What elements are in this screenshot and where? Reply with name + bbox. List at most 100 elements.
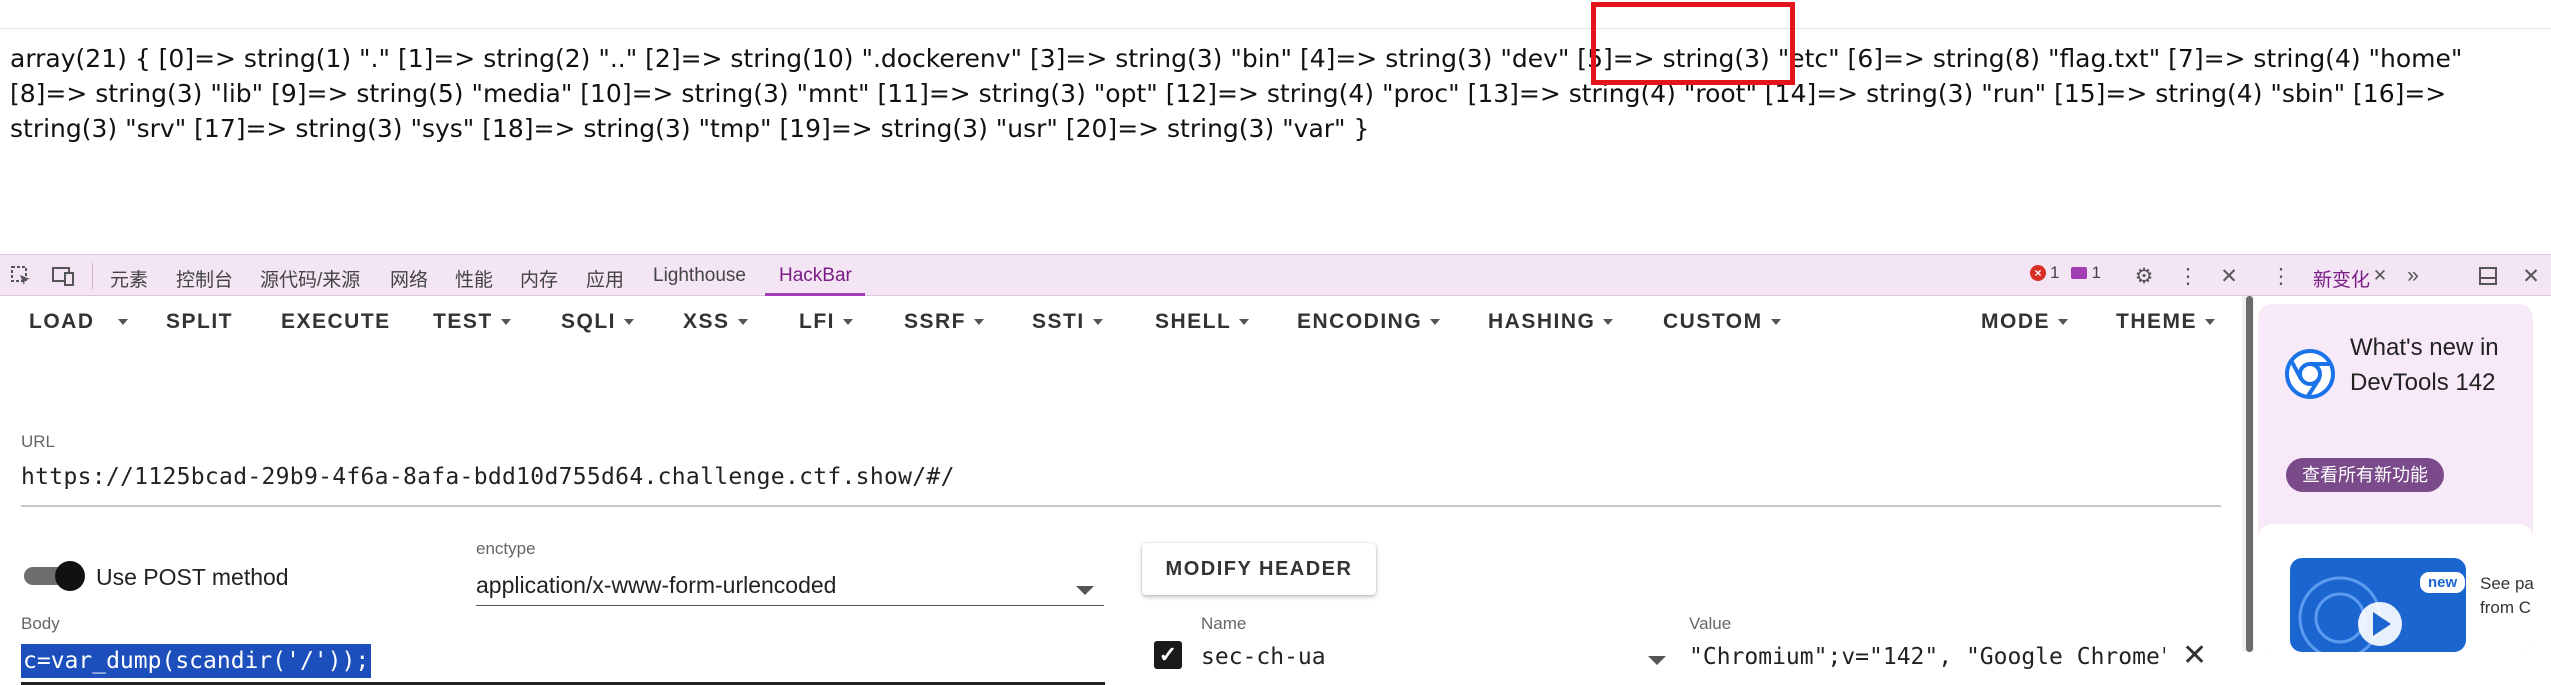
tab-network[interactable]: 网络 xyxy=(390,265,428,292)
message-count: 1 xyxy=(2091,263,2101,282)
chevron-down-icon xyxy=(974,319,985,326)
xss-menu[interactable]: XSS xyxy=(683,310,748,334)
more-tabs-icon[interactable]: » xyxy=(2400,263,2426,289)
modify-header-button[interactable]: MODIFY HEADER xyxy=(1142,543,1376,595)
tab-elements[interactable]: 元素 xyxy=(110,265,148,292)
lfi-menu[interactable]: LFI xyxy=(799,310,853,334)
ssti-label: SSTI xyxy=(1032,310,1085,333)
shell-menu[interactable]: SHELL xyxy=(1155,310,1250,334)
chevron-down-icon xyxy=(737,319,748,326)
load-dropdown-caret[interactable] xyxy=(118,310,128,334)
issues-counter[interactable]: × 1 1 xyxy=(2030,263,2101,283)
split-button[interactable]: SPLIT xyxy=(166,310,233,334)
hashing-label: HASHING xyxy=(1488,310,1596,333)
ssrf-menu[interactable]: SSRF xyxy=(904,310,985,334)
ssrf-label: SSRF xyxy=(904,310,967,333)
devtools-tab-bar: 元素 控制台 源代码/来源 网络 性能 内存 应用 Lighthouse Hac… xyxy=(0,254,2551,296)
tab-memory[interactable]: 内存 xyxy=(520,265,558,292)
url-input[interactable]: https://1125bcad-29b9-4f6a-8afa-bdd10d75… xyxy=(21,464,955,490)
post-method-toggle[interactable] xyxy=(24,561,85,591)
var-dump-output: array(21) { [0]=> string(1) "." [1]=> st… xyxy=(10,44,2463,143)
test-label: TEST xyxy=(433,310,493,333)
sqli-menu[interactable]: SQLI xyxy=(561,310,635,334)
chevron-down-icon xyxy=(2205,319,2215,326)
encoding-label: ENCODING xyxy=(1297,310,1423,333)
error-count: 1 xyxy=(2050,263,2060,282)
ssti-menu[interactable]: SSTI xyxy=(1032,310,1103,334)
body-label: Body xyxy=(21,614,60,633)
chevron-down-icon xyxy=(1092,319,1103,326)
close-drawer-icon[interactable]: ✕ xyxy=(2518,263,2544,289)
top-divider xyxy=(0,28,2551,29)
enctype-label: enctype xyxy=(476,539,536,558)
chevron-down-icon xyxy=(1239,319,1250,326)
chevron-down-icon xyxy=(1770,319,1781,326)
header-name-label: Name xyxy=(1201,614,1247,633)
chevron-down-icon xyxy=(843,319,853,326)
see-text-line-2: from C xyxy=(2480,598,2531,617)
dock-side-icon[interactable] xyxy=(2475,263,2501,289)
sqli-label: SQLI xyxy=(561,310,617,333)
remove-header-icon[interactable]: ✕ xyxy=(2182,638,2207,673)
close-tab-icon[interactable]: ✕ xyxy=(2367,263,2393,289)
page-output: array(21) { [0]=> string(1) "." [1]=> st… xyxy=(0,0,2551,254)
chevron-down-icon xyxy=(624,319,635,326)
header-value-input[interactable]: "Chromium";v="142", "Google Chrome";v="1… xyxy=(1689,644,2165,670)
tab-sources[interactable]: 源代码/来源 xyxy=(260,265,360,292)
custom-label: CUSTOM xyxy=(1663,310,1763,333)
checkmark-icon: ✓ xyxy=(1158,642,1178,667)
chevron-down-icon[interactable] xyxy=(1076,586,1094,595)
execute-button[interactable]: EXECUTE xyxy=(281,310,391,334)
load-button[interactable]: LOAD xyxy=(29,310,95,334)
tab-console[interactable]: 控制台 xyxy=(176,265,233,292)
header-value-label: Value xyxy=(1689,614,1732,633)
whats-new-title: What's new in DevTools 142 xyxy=(2350,334,2499,396)
enctype-select[interactable]: application/x-www-form-urlencoded xyxy=(476,572,836,599)
toggle-knob xyxy=(55,561,85,591)
settings-gear-icon[interactable]: ⚙ xyxy=(2131,263,2157,289)
post-method-label: Use POST method xyxy=(96,564,289,590)
body-textarea[interactable]: c=var_dump(scandir('/')); xyxy=(21,644,372,678)
hackbar-panel: LOAD SPLIT EXECUTE TEST SQLI XSS LFI SSR… xyxy=(0,296,2242,685)
hashing-menu[interactable]: HASHING xyxy=(1488,310,1614,334)
chevron-down-icon xyxy=(2058,319,2068,326)
chevron-down-icon[interactable] xyxy=(1648,656,1666,665)
see-more-text: See pa from C xyxy=(2480,572,2534,620)
test-menu[interactable]: TEST xyxy=(433,310,511,334)
tab-performance[interactable]: 性能 xyxy=(455,265,493,292)
error-icon: × xyxy=(2030,265,2046,281)
chevron-down-icon xyxy=(500,319,511,326)
custom-menu[interactable]: CUSTOM xyxy=(1663,310,1781,334)
see-all-features-button[interactable]: 查看所有新功能 xyxy=(2286,458,2444,492)
mode-menu[interactable]: MODE xyxy=(1981,310,2068,334)
url-label: URL xyxy=(21,432,56,451)
devtools-panel: 元素 控制台 源代码/来源 网络 性能 内存 应用 Lighthouse Hac… xyxy=(0,254,2551,685)
hackbar-menu: LOAD SPLIT EXECUTE TEST SQLI XSS LFI SSR… xyxy=(0,296,2242,358)
device-toolbar-icon[interactable] xyxy=(50,263,76,289)
mode-label: MODE xyxy=(1981,310,2050,333)
inspect-element-icon[interactable] xyxy=(8,263,34,289)
more-options-icon[interactable]: ⋮ xyxy=(2175,263,2201,289)
header-name-input[interactable]: sec-ch-ua xyxy=(1201,644,1326,670)
tab-lighthouse[interactable]: Lighthouse xyxy=(653,265,746,287)
video-thumbnail[interactable]: new xyxy=(2290,558,2466,652)
drawer-options-icon[interactable]: ⋮ xyxy=(2268,263,2294,289)
message-icon xyxy=(2071,267,2088,279)
xss-label: XSS xyxy=(683,310,730,333)
flag-highlight-box xyxy=(1591,2,1795,85)
encoding-menu[interactable]: ENCODING xyxy=(1297,310,1441,334)
chevron-down-icon xyxy=(1430,319,1441,326)
tab-hackbar[interactable]: HackBar xyxy=(779,265,852,287)
lfi-label: LFI xyxy=(799,310,835,333)
tab-application[interactable]: 应用 xyxy=(586,265,624,292)
header-enabled-checkbox[interactable]: ✓ xyxy=(1154,641,1182,669)
chevron-down-icon xyxy=(1603,319,1614,326)
scrollbar-thumb[interactable] xyxy=(2246,296,2253,652)
new-badge: new xyxy=(2420,572,2466,593)
theme-menu[interactable]: THEME xyxy=(2116,310,2215,334)
whats-new-panel: What's new in DevTools 142 查看所有新功能 new S… xyxy=(2254,296,2551,652)
url-underline xyxy=(21,505,2221,507)
close-devtools-icon[interactable]: ✕ xyxy=(2216,263,2242,289)
see-text-line-1: See pa xyxy=(2480,574,2534,593)
tab-whats-new[interactable]: 新变化 xyxy=(2313,265,2370,292)
